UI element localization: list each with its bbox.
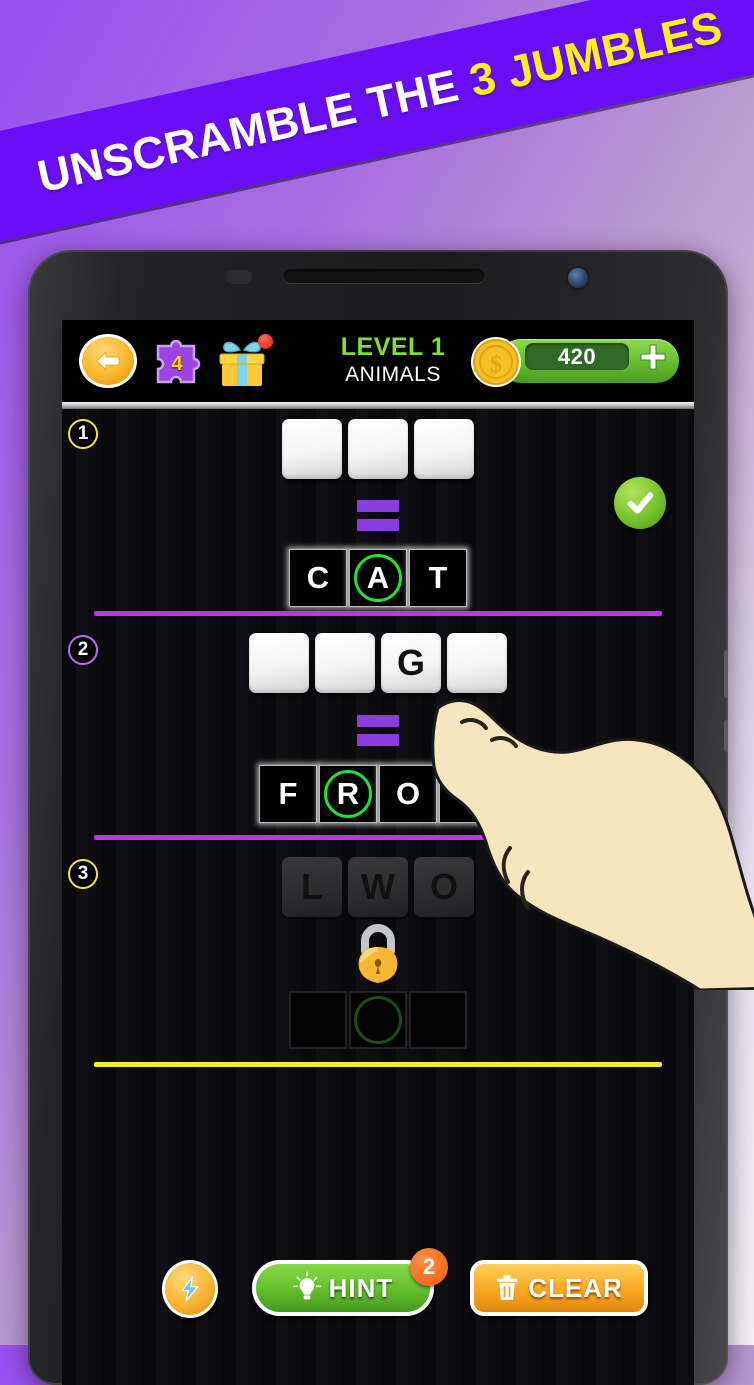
answer-tiles-1: C A T: [62, 549, 694, 607]
promo-banner: UNSCRAMBLE THE 3 JUMBLES: [0, 0, 754, 255]
row-solved-checkmark: [614, 477, 666, 529]
hint-button[interactable]: HINT: [252, 1260, 434, 1316]
trash-icon: [496, 1275, 518, 1300]
answer-tile[interactable]: A: [349, 549, 407, 607]
scramble-tile[interactable]: [282, 419, 342, 479]
scramble-tile[interactable]: G: [381, 633, 441, 693]
answer-tiles-3: [62, 991, 694, 1049]
level-info: LEVEL 1 ANIMALS: [305, 332, 481, 388]
answer-tile: [289, 991, 347, 1049]
topbar-divider: [62, 402, 694, 409]
scramble-tile[interactable]: [315, 633, 375, 693]
scramble-tile[interactable]: [249, 633, 309, 693]
equals-bar: [357, 519, 399, 531]
level-title: LEVEL 1: [340, 333, 446, 361]
puzzle-row-3: 3 L W O: [62, 849, 694, 1067]
puzzle-row-1: 1 C A T: [62, 409, 694, 619]
scramble-tile: L: [282, 857, 342, 917]
back-button[interactable]: [79, 334, 137, 388]
coin-count-panel: 420: [525, 343, 629, 370]
game-bottombar: HINT 2 CLEAR: [62, 1240, 694, 1340]
scramble-tiles-1: [62, 419, 694, 479]
checkmark-icon: [627, 492, 654, 514]
coin-counter[interactable]: 420 $: [467, 334, 679, 389]
scramble-tiles-2: G: [62, 633, 694, 693]
lightning-bolt-icon: [181, 1276, 199, 1302]
equals-sign-2: [62, 715, 694, 746]
scramble-tile[interactable]: [414, 419, 474, 479]
add-coins-button[interactable]: [637, 342, 669, 372]
hint-count-badge: 2: [410, 1248, 448, 1286]
equals-sign-1: [62, 500, 694, 531]
clear-button[interactable]: CLEAR: [470, 1260, 648, 1316]
volume-up-button[interactable]: [724, 650, 728, 698]
answer-tile[interactable]: T: [409, 549, 467, 607]
level-category: ANIMALS: [345, 363, 441, 386]
promo-banner-text-main: UNSCRAMBLE THE: [32, 56, 476, 203]
clear-label: CLEAR: [528, 1272, 623, 1303]
answer-tile[interactable]: F: [259, 765, 317, 823]
scramble-tiles-3: L W O: [62, 857, 694, 917]
volume-down-button[interactable]: [724, 720, 728, 752]
answer-tile[interactable]: C: [289, 549, 347, 607]
power-up-button[interactable]: [162, 1260, 218, 1318]
key-letter-ring: [354, 996, 402, 1044]
scramble-tile[interactable]: [348, 419, 408, 479]
answer-tile: [409, 991, 467, 1049]
earpiece-speaker: [284, 269, 484, 283]
puzzle-row-2: 2 G F R O: [62, 625, 694, 843]
puzzle-piece-count: 4: [171, 352, 183, 375]
coin-icon: $: [471, 337, 521, 387]
row-divider-2: [94, 835, 662, 840]
answer-tile: [349, 991, 407, 1049]
answer-tiles-2: F R O: [62, 765, 694, 823]
gift-notification-dot: [258, 334, 273, 349]
promo-banner-text-highlight: 3 JUMBLES: [464, 0, 727, 107]
equals-bar: [357, 734, 399, 746]
back-arrow-icon: [96, 350, 120, 372]
phone-device: 4 LEVEL 1 ANIMALS 420 $ 1 C A T 2 G F R …: [28, 250, 728, 1385]
answer-tile[interactable]: O: [379, 765, 437, 823]
key-letter-ring: [324, 770, 372, 818]
equals-bar: [357, 715, 399, 727]
answer-tile[interactable]: R: [319, 765, 377, 823]
row-divider-1: [94, 611, 662, 616]
lightbulb-icon: [292, 1271, 321, 1300]
row-divider-3: [94, 1062, 662, 1067]
svg-text:$: $: [490, 352, 502, 378]
proximity-sensor-icon: [226, 270, 252, 284]
game-screen: 4 LEVEL 1 ANIMALS 420 $ 1 C A T 2 G F R …: [62, 320, 694, 1385]
game-topbar: 4 LEVEL 1 ANIMALS 420 $: [62, 320, 694, 402]
key-letter-ring: [354, 554, 402, 602]
scramble-tile[interactable]: [447, 633, 507, 693]
equals-bar: [357, 500, 399, 512]
lock-icon: [358, 924, 398, 983]
scramble-tile: O: [414, 857, 474, 917]
answer-tile[interactable]: [439, 765, 497, 823]
coin-count: 420: [557, 343, 597, 369]
hint-label: HINT: [328, 1272, 394, 1303]
front-camera-icon: [568, 268, 588, 288]
promo-banner-text: UNSCRAMBLE THE 3 JUMBLES: [33, 1, 727, 203]
scramble-tile: W: [348, 857, 408, 917]
